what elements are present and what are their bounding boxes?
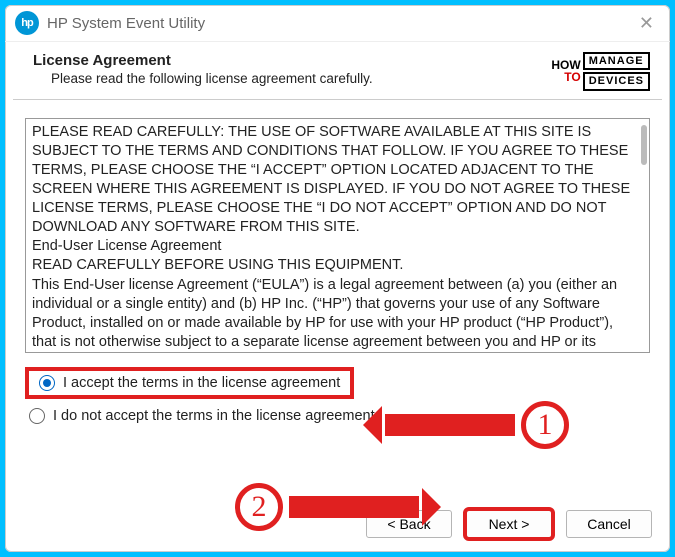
- content-area: PLEASE READ CAREFULLY: THE USE OF SOFTWA…: [5, 100, 670, 502]
- next-button[interactable]: Next >: [466, 510, 552, 538]
- radio-decline-row: I do not accept the terms in the license…: [25, 405, 650, 427]
- brand-manage: MANAGE: [583, 52, 650, 70]
- howtomanagedevices-logo: HOW TO MANAGE DEVICES: [551, 52, 650, 91]
- titlebar: hp HP System Event Utility ✕: [5, 5, 670, 42]
- cancel-button[interactable]: Cancel: [566, 510, 652, 538]
- brand-to: TO: [564, 70, 580, 84]
- hp-logo-icon: hp: [15, 11, 39, 35]
- radio-decline[interactable]: [29, 408, 45, 424]
- page-title: License Agreement: [33, 52, 373, 69]
- eula-textbox[interactable]: PLEASE READ CAREFULLY: THE USE OF SOFTWA…: [25, 118, 650, 353]
- header-text: License Agreement Please read the follow…: [33, 52, 373, 86]
- radio-accept-label: I accept the terms in the license agreem…: [63, 375, 340, 391]
- page-subtitle: Please read the following license agreem…: [51, 71, 373, 86]
- eula-text: PLEASE READ CAREFULLY: THE USE OF SOFTWA…: [32, 123, 643, 353]
- radio-decline-label: I do not accept the terms in the license…: [53, 408, 375, 424]
- scrollbar-thumb[interactable]: [641, 125, 647, 165]
- radio-accept[interactable]: [39, 375, 55, 391]
- radio-group: I accept the terms in the license agreem…: [25, 367, 650, 427]
- back-button[interactable]: < Back: [366, 510, 452, 538]
- installer-window: hp HP System Event Utility ✕ License Agr…: [5, 5, 670, 552]
- close-icon[interactable]: ✕: [633, 13, 660, 34]
- brand-devices: DEVICES: [583, 72, 650, 90]
- accept-highlight-box: I accept the terms in the license agreem…: [25, 367, 354, 399]
- window-title: HP System Event Utility: [47, 15, 205, 32]
- header: License Agreement Please read the follow…: [5, 42, 670, 99]
- footer-buttons: < Back Next > Cancel: [5, 502, 670, 552]
